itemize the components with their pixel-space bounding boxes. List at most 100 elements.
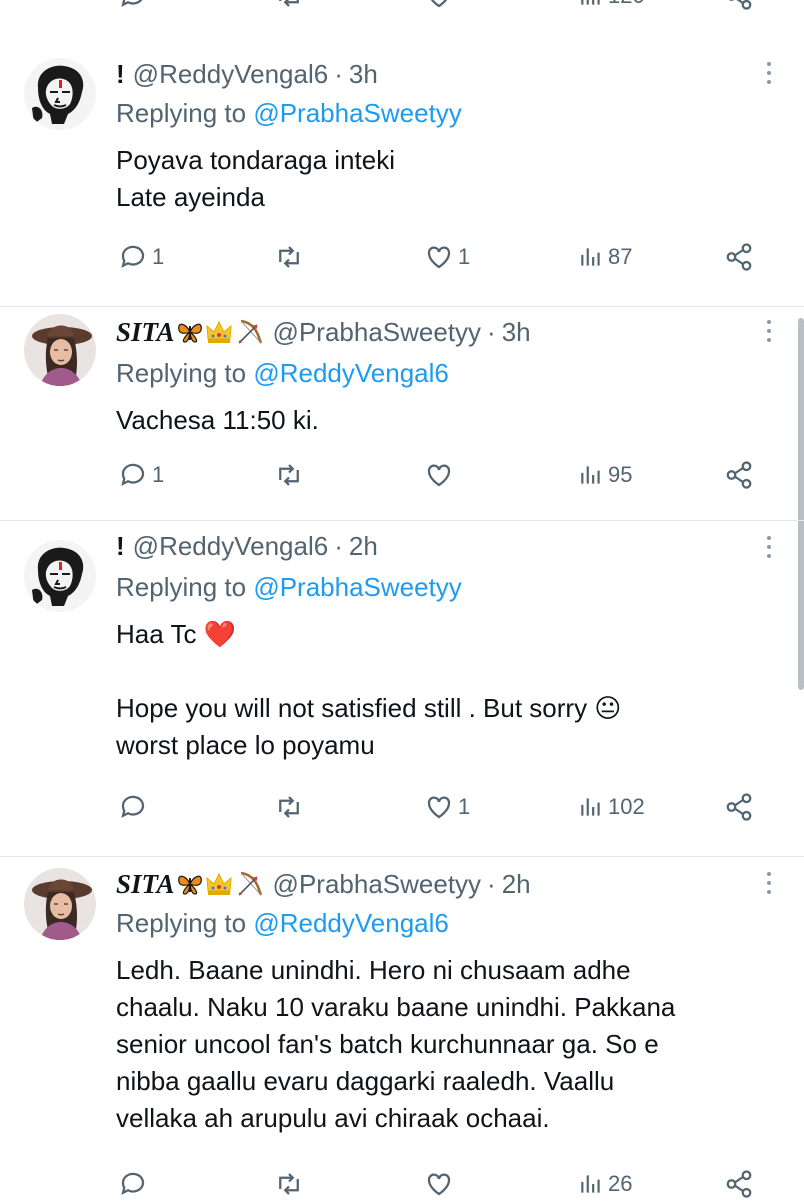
share-icon [726, 461, 752, 489]
reply-icon [121, 1172, 145, 1195]
views-button[interactable]: 120 [578, 0, 645, 14]
tweet[interactable]: SITA @PrabhaSweetyy · 2h Replying to @Re… [0, 856, 804, 1200]
replying-to-link[interactable]: @PrabhaSweetyy [253, 572, 462, 602]
tweet-text: Vachesa 11:50 ki. [116, 402, 776, 439]
share-button[interactable] [724, 0, 754, 14]
views-icon [581, 1175, 600, 1193]
replying-to-link[interactable]: @ReddyVengal6 [253, 358, 449, 388]
retweet-button[interactable] [274, 457, 308, 493]
retweet-button[interactable] [274, 0, 304, 14]
like-button[interactable]: 1 [424, 789, 470, 825]
avatar[interactable] [24, 58, 96, 130]
reply-button[interactable] [118, 1166, 152, 1202]
tweet-text-line: Poyava tondaraga inteki [116, 145, 395, 175]
retweet-button[interactable] [274, 1166, 308, 1202]
user-handle[interactable]: @PrabhaSweetyy [273, 869, 482, 900]
views-count: 102 [608, 794, 645, 819]
retweet-button[interactable] [274, 239, 308, 275]
retweet-icon [279, 246, 299, 268]
retweet-icon [279, 796, 299, 818]
display-name[interactable]: SITA [116, 869, 175, 900]
name-emojis [177, 319, 263, 345]
views-count: 120 [608, 0, 645, 9]
user-handle[interactable]: @ReddyVengal6 [133, 531, 329, 562]
views-count: 87 [608, 244, 633, 269]
replying-to-link[interactable]: @ReddyVengal6 [253, 908, 449, 938]
views-count: 95 [608, 462, 633, 487]
share-button[interactable] [724, 1166, 754, 1202]
display-name[interactable]: ! [116, 59, 125, 90]
bow-arrow-icon [237, 319, 262, 344]
tweet[interactable]: SITA @PrabhaSweetyy · 3h Replying to @Re… [0, 306, 804, 521]
like-button[interactable] [424, 0, 454, 14]
butterfly-icon [177, 875, 202, 895]
more-options-icon[interactable] [764, 872, 774, 894]
timestamp[interactable]: 3h [502, 317, 531, 348]
retweet-button[interactable] [274, 789, 308, 825]
reply-count: 1 [152, 462, 165, 487]
tweet-actions: 1 102 [118, 789, 758, 825]
avatar[interactable] [24, 868, 96, 940]
tweet-actions: 26 [118, 1166, 758, 1202]
crown-icon [205, 872, 232, 895]
views-button[interactable]: 87 [578, 239, 632, 275]
views-button[interactable]: 26 [578, 1166, 632, 1202]
views-icon [581, 798, 600, 816]
more-options-icon[interactable] [764, 62, 774, 84]
share-icon [726, 243, 752, 271]
replying-to: Replying to @ReddyVengal6 [116, 358, 449, 389]
reply-button[interactable]: 1 [118, 239, 164, 275]
timestamp[interactable]: 2h [502, 869, 531, 900]
display-name[interactable]: ! [116, 531, 125, 562]
heart-icon [427, 1173, 451, 1196]
more-options-icon[interactable] [764, 320, 774, 342]
crown-icon [205, 320, 232, 343]
reply-icon [121, 463, 145, 486]
reply-button[interactable] [118, 0, 148, 14]
replying-to: Replying to @ReddyVengal6 [116, 908, 449, 939]
retweet-icon [279, 1173, 299, 1195]
reply-icon [121, 245, 145, 268]
tweet-actions: 1 1 87 [118, 239, 758, 275]
previous-tweet-actions: 120 [118, 0, 758, 14]
share-icon [728, 0, 752, 10]
replying-to: Replying to @PrabhaSweetyy [116, 98, 462, 129]
like-button[interactable]: 1 [424, 239, 470, 275]
avatar[interactable] [24, 540, 96, 612]
share-icon [726, 1170, 752, 1198]
display-name[interactable]: SITA [116, 317, 175, 348]
retweet-icon [279, 464, 299, 486]
replying-to-link[interactable]: @PrabhaSweetyy [253, 98, 462, 128]
name-emojis [177, 871, 263, 897]
reply-button[interactable] [118, 789, 152, 825]
share-button[interactable] [724, 789, 754, 825]
views-button[interactable]: 95 [578, 457, 632, 493]
tweet[interactable]: ! @ReddyVengal6 · 3h Replying to @Prabha… [0, 44, 804, 307]
share-button[interactable] [724, 239, 754, 275]
more-options-icon[interactable] [764, 536, 774, 558]
heart-icon [427, 464, 451, 487]
user-handle[interactable]: @ReddyVengal6 [133, 59, 329, 90]
timestamp[interactable]: 2h [349, 531, 378, 562]
reply-count: 1 [152, 244, 165, 269]
like-button[interactable] [424, 1166, 458, 1202]
reply-button[interactable]: 1 [118, 457, 164, 493]
tweet[interactable]: ! @ReddyVengal6 · 2h Replying to @Prabha… [0, 520, 804, 857]
views-icon [581, 466, 600, 484]
tweet-text-line: vellaka ah arupulu avi chiraak ochaai. [116, 1103, 550, 1133]
tweet-header: ! @ReddyVengal6 · 3h [116, 58, 378, 90]
like-count: 1 [458, 244, 471, 269]
avatar[interactable] [24, 314, 96, 386]
timestamp[interactable]: 3h [349, 59, 378, 90]
reply-icon [121, 795, 145, 818]
tweet-text-line: senior uncool fan's batch kurchunnaar ga… [116, 1029, 659, 1059]
share-icon [726, 793, 752, 821]
views-count: 26 [608, 1171, 633, 1196]
views-button[interactable]: 102 [578, 789, 645, 825]
share-button[interactable] [724, 457, 754, 493]
tweet-text-line: Late ayeinda [116, 182, 265, 212]
like-button[interactable] [424, 457, 458, 493]
views-icon [581, 0, 600, 5]
user-handle[interactable]: @PrabhaSweetyy [273, 317, 482, 348]
bow-arrow-icon [237, 871, 262, 896]
